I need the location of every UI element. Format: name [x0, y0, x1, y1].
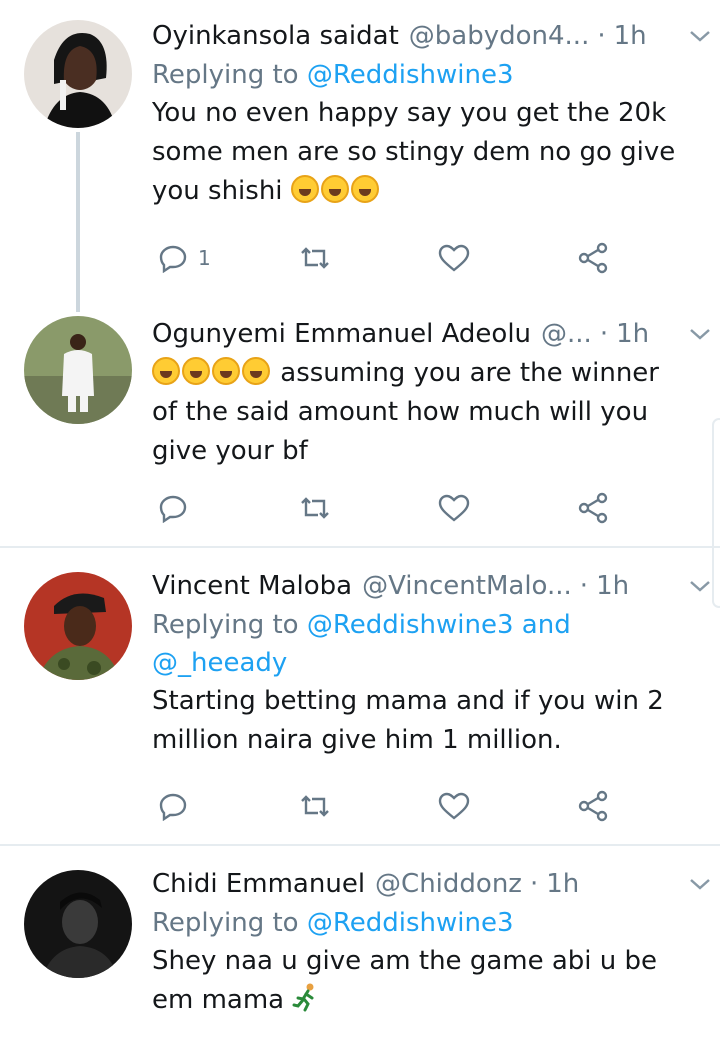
timestamp[interactable]: 1h — [546, 869, 579, 899]
replying-to-continued: @_heeady — [152, 644, 700, 682]
retweet-icon — [301, 497, 329, 519]
tweet-text: You no even happy say you get the 20k so… — [152, 94, 700, 211]
text-line: give your bf — [152, 436, 308, 466]
tweet-header: Ogunyemi Emmanuel Adeolu @... · 1h — [152, 314, 700, 354]
like-icon — [438, 792, 470, 820]
text-line: million naira give him 1 million. — [152, 725, 562, 755]
tweet-header: Chidi Emmanuel @Chiddonz · 1h — [152, 864, 700, 904]
reply-icon — [159, 793, 187, 821]
retweet-button[interactable] — [298, 488, 332, 528]
author-handle[interactable]: @... — [541, 319, 592, 349]
retweet-button[interactable] — [298, 786, 332, 826]
mention-link[interactable]: @Reddishwine3 and — [307, 610, 571, 640]
tweet-text: Starting betting mama and if you win 2 m… — [152, 682, 700, 760]
running-man-emoji-icon — [292, 983, 314, 1012]
timestamp[interactable]: 1h — [614, 21, 647, 51]
separator: · — [529, 869, 539, 899]
text-line: you shishi — [152, 176, 283, 206]
scrollbar[interactable] — [712, 418, 720, 608]
like-button[interactable] — [438, 488, 470, 528]
replying-prefix: Replying to — [152, 610, 299, 640]
text-line: You no even happy say you get the 20k — [152, 98, 667, 128]
text-line: Starting betting mama and if you win 2 — [152, 686, 664, 716]
tweet-3[interactable]: Vincent Maloba @VincentMalo... · 1h Repl… — [0, 548, 720, 844]
avatar[interactable] — [24, 316, 132, 424]
laughing-emoji-icon — [290, 175, 319, 203]
caret-down-icon[interactable] — [686, 870, 714, 898]
tweet-text: assuming you are the winner of the said … — [152, 354, 700, 471]
author-name[interactable]: Vincent Maloba — [152, 571, 352, 601]
laughing-emoji-icon — [182, 357, 210, 385]
caret-down-icon[interactable] — [686, 572, 714, 600]
share-icon — [578, 492, 608, 524]
author-handle[interactable]: @Chiddonz — [375, 869, 522, 899]
author-handle[interactable]: @VincentMalo... — [362, 571, 572, 601]
separator: · — [599, 319, 609, 349]
tweet-text: Shey naa u give am the game abi u be em … — [152, 942, 700, 1020]
laughing-emoji-icon — [320, 175, 349, 203]
author-name[interactable]: Ogunyemi Emmanuel Adeolu — [152, 319, 531, 349]
mention-link[interactable]: @_heeady — [152, 648, 287, 678]
avatar[interactable] — [24, 870, 132, 978]
replying-prefix: Replying to — [152, 60, 299, 90]
author-handle[interactable]: @babydon4... — [409, 21, 590, 51]
timestamp[interactable]: 1h — [616, 319, 649, 349]
share-icon — [578, 242, 608, 274]
reply-button[interactable] — [158, 488, 188, 528]
like-button[interactable] — [438, 786, 470, 826]
laughing-emoji-icon — [212, 357, 240, 385]
like-icon — [438, 494, 470, 522]
like-button[interactable] — [438, 238, 470, 278]
action-bar — [152, 488, 622, 528]
caret-down-icon[interactable] — [686, 320, 714, 348]
text-line: em mama — [152, 985, 285, 1015]
laughing-emoji-icon — [242, 357, 270, 385]
share-icon — [578, 790, 608, 822]
share-button[interactable] — [578, 488, 610, 528]
separator: · — [579, 571, 589, 601]
like-icon — [438, 244, 470, 272]
retweet-button[interactable] — [298, 238, 332, 278]
text-line: assuming you are the winner — [280, 358, 659, 388]
avatar[interactable] — [24, 572, 132, 680]
retweet-icon — [301, 247, 329, 269]
tweet-header: Oyinkansola saidat @babydon4... · 1h — [152, 16, 700, 56]
replying-prefix: Replying to — [152, 908, 299, 938]
laughing-emoji-icon — [152, 357, 180, 385]
text-line: of the said amount how much will you — [152, 397, 649, 427]
replying-to: Replying to @Reddishwine3 — [152, 56, 700, 94]
mention-link[interactable]: @Reddishwine3 — [307, 60, 514, 90]
caret-down-icon[interactable] — [686, 22, 714, 50]
action-bar: 1 — [152, 238, 622, 278]
timestamp[interactable]: 1h — [596, 571, 629, 601]
tweet-1[interactable]: Oyinkansola saidat @babydon4... · 1h Rep… — [0, 0, 720, 312]
tweet-4[interactable]: Chidi Emmanuel @Chiddonz · 1h Replying t… — [0, 846, 720, 1038]
action-bar — [152, 786, 622, 826]
author-name[interactable]: Chidi Emmanuel — [152, 869, 365, 899]
reply-button[interactable]: 1 — [158, 238, 211, 278]
avatar[interactable] — [24, 20, 132, 128]
tweet-2[interactable]: Ogunyemi Emmanuel Adeolu @... · 1h assum… — [0, 300, 720, 546]
replying-to: Replying to @Reddishwine3 — [152, 904, 700, 942]
mention-link[interactable]: @Reddishwine3 — [307, 908, 514, 938]
text-line: some men are so stingy dem no go give — [152, 137, 676, 167]
reply-count: 1 — [198, 246, 211, 270]
reply-icon — [159, 245, 187, 273]
author-name[interactable]: Oyinkansola saidat — [152, 21, 399, 51]
reply-icon — [159, 495, 187, 523]
share-button[interactable] — [578, 786, 610, 826]
thread-line — [76, 132, 80, 312]
replying-to: Replying to @Reddishwine3 and — [152, 606, 700, 644]
laughing-emoji-icon — [350, 175, 379, 203]
tweet-header: Vincent Maloba @VincentMalo... · 1h — [152, 566, 700, 606]
separator: · — [597, 21, 606, 51]
reply-button[interactable] — [158, 786, 188, 826]
share-button[interactable] — [578, 238, 610, 278]
text-line: Shey naa u give am the game abi u be — [152, 946, 658, 976]
retweet-icon — [301, 795, 329, 817]
